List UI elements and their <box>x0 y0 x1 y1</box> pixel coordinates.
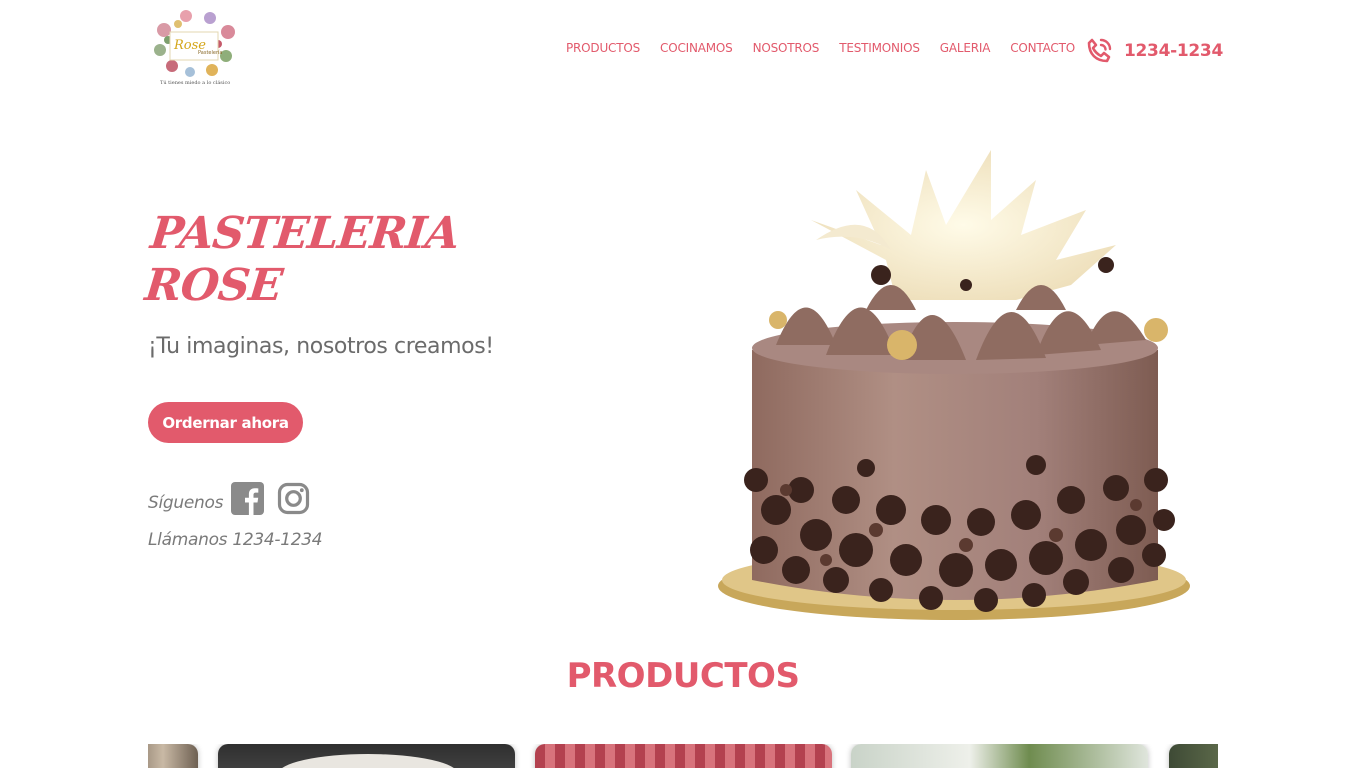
main-nav: PRODUCTOS COCINAMOS NOSOTROS TESTIMONIOS… <box>566 41 1075 55</box>
nav-nosotros[interactable]: NOSOTROS <box>753 41 820 55</box>
hero-title: PASTELERIA ROSE <box>142 208 462 311</box>
facebook-icon[interactable] <box>231 482 265 515</box>
nav-cocinamos[interactable]: COCINAMOS <box>660 41 733 55</box>
logo-subtitle: Pastelería <box>198 50 223 56</box>
follow-label: Síguenos <box>148 493 224 513</box>
header-phone-link[interactable]: 1234-1234 <box>1082 34 1223 68</box>
product-card[interactable] <box>535 744 832 768</box>
hero-subtitle: ¡Tu imaginas, nosotros creamos! <box>148 334 494 359</box>
product-card[interactable] <box>1169 744 1218 768</box>
product-card[interactable] <box>148 744 198 768</box>
product-card[interactable] <box>851 744 1148 768</box>
header-phone-number: 1234-1234 <box>1124 41 1223 61</box>
instagram-icon[interactable] <box>277 482 310 515</box>
brand-logo[interactable]: Rose Pastelería Tú tienes miedo a lo clá… <box>148 10 238 90</box>
logo-tagline: Tú tienes miedo a lo clásico <box>160 80 231 86</box>
nav-productos[interactable]: PRODUCTOS <box>566 41 640 55</box>
products-heading: PRODUCTOS <box>566 656 800 696</box>
product-carousel[interactable] <box>148 744 1218 768</box>
phone-icon <box>1087 38 1112 63</box>
nav-testimonios[interactable]: TESTIMONIOS <box>839 41 920 55</box>
social-follow: Síguenos <box>148 482 323 515</box>
chocolate-cake-image <box>718 150 1190 620</box>
call-us-text: Llámanos 1234-1234 <box>148 530 323 550</box>
nav-contacto[interactable]: CONTACTO <box>1010 41 1075 55</box>
order-now-button[interactable]: Ordernar ahora <box>148 402 303 443</box>
nav-galeria[interactable]: GALERIA <box>940 41 991 55</box>
product-card[interactable] <box>218 744 515 768</box>
